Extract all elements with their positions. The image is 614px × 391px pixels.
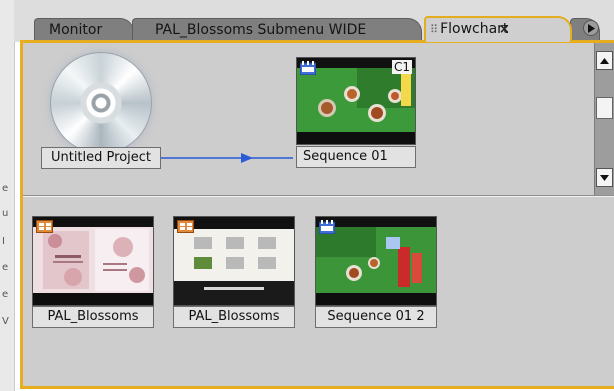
close-icon[interactable]: × [499, 22, 510, 37]
scroll-down-button[interactable] [596, 168, 613, 187]
timeline-badge-icon [300, 61, 316, 75]
menu-badge-icon [36, 220, 53, 233]
menu-thumbnail-1[interactable] [32, 216, 154, 306]
menu-badge-icon [177, 220, 194, 233]
section-divider [23, 195, 614, 197]
sequence-label[interactable]: Sequence 01 [296, 146, 416, 168]
drag-grip-icon[interactable]: ⠿ [430, 23, 438, 36]
sequence-label-2[interactable]: Sequence 01 2 [315, 306, 437, 328]
scroll-thumb[interactable] [596, 97, 613, 119]
project-label[interactable]: Untitled Project [41, 147, 161, 169]
menu-thumbnail-2[interactable] [173, 216, 295, 306]
sequence-thumbnail[interactable]: C1 [296, 57, 416, 145]
disc-icon[interactable] [50, 52, 152, 154]
play-right-icon [588, 23, 595, 33]
tab-bar: Monitor PAL_Blossoms Submenu WIDE ⠿ Flowc… [14, 0, 614, 42]
arrow-up-icon [600, 57, 609, 64]
arrow-down-icon [600, 174, 609, 181]
scroll-up-button[interactable] [596, 51, 613, 70]
flowchart-panel: Untitled Project C1 Sequence 01 PAL_Blos… [20, 40, 614, 389]
tab-monitor-label: Monitor [49, 22, 103, 38]
tabs-scroll-right-button[interactable] [583, 20, 599, 36]
menu-label-1[interactable]: PAL_Blossoms [32, 306, 154, 328]
flowchart-area: Untitled Project C1 Sequence 01 [23, 43, 614, 195]
vertical-scrollbar[interactable] [594, 43, 614, 195]
sequence-thumbnail-2[interactable] [315, 216, 437, 306]
tab-monitor[interactable]: Monitor [34, 18, 134, 42]
timeline-badge-icon [319, 220, 335, 234]
connector-arrow [161, 153, 293, 163]
tab-pal-blossoms-submenu-wide[interactable]: PAL_Blossoms Submenu WIDE [132, 18, 422, 42]
menu-label-2[interactable]: PAL_Blossoms [173, 306, 295, 328]
tab-flowchart[interactable]: ⠿ Flowchart × [424, 16, 572, 42]
tab-submenu-label: PAL_Blossoms Submenu WIDE [155, 22, 367, 38]
chapter-tag: C1 [391, 60, 412, 74]
left-panel-edge: euIeeV [0, 0, 15, 391]
